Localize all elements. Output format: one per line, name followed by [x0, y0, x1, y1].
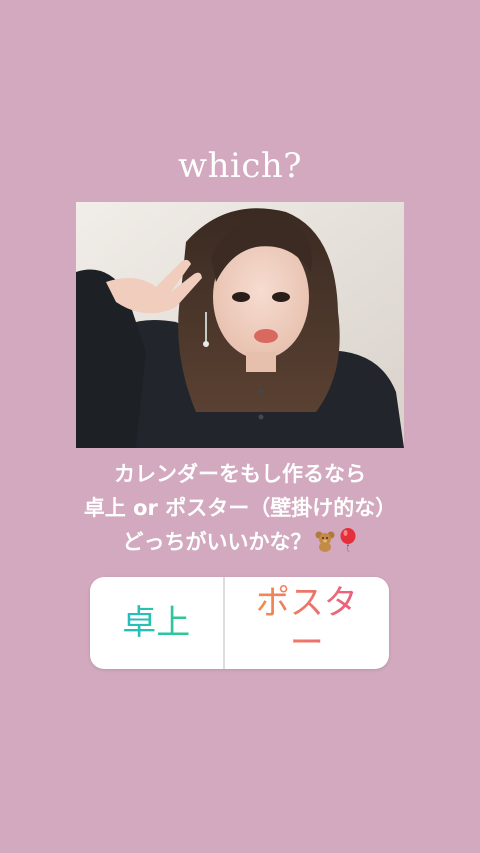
poll-sticker: 卓上 ポスター: [90, 577, 389, 669]
caption-line-2: 卓上 or ポスター（壁掛け的な）: [83, 496, 397, 520]
caption-line-3-text: どっちがいいかな？: [122, 530, 312, 554]
caption-line-1: カレンダーをもし作るなら: [114, 462, 366, 486]
story-title: which?: [177, 146, 303, 186]
caption-line-3: どっちがいいかな？: [20, 525, 460, 562]
selfie-photo: [76, 202, 404, 448]
story-canvas: which? カレンダーをもし作るなら 卓上 or ポスター（壁掛け的な） どっ…: [0, 0, 480, 853]
balloon-icon: [338, 528, 358, 562]
story-caption: カレンダーをもし作るなら 卓上 or ポスター（壁掛け的な） どっちがいいかな？: [20, 457, 460, 562]
teddy-bear-icon: [314, 528, 336, 562]
poll-option-poster[interactable]: ポスター: [225, 577, 390, 669]
poll-option-desk[interactable]: 卓上: [90, 577, 223, 669]
